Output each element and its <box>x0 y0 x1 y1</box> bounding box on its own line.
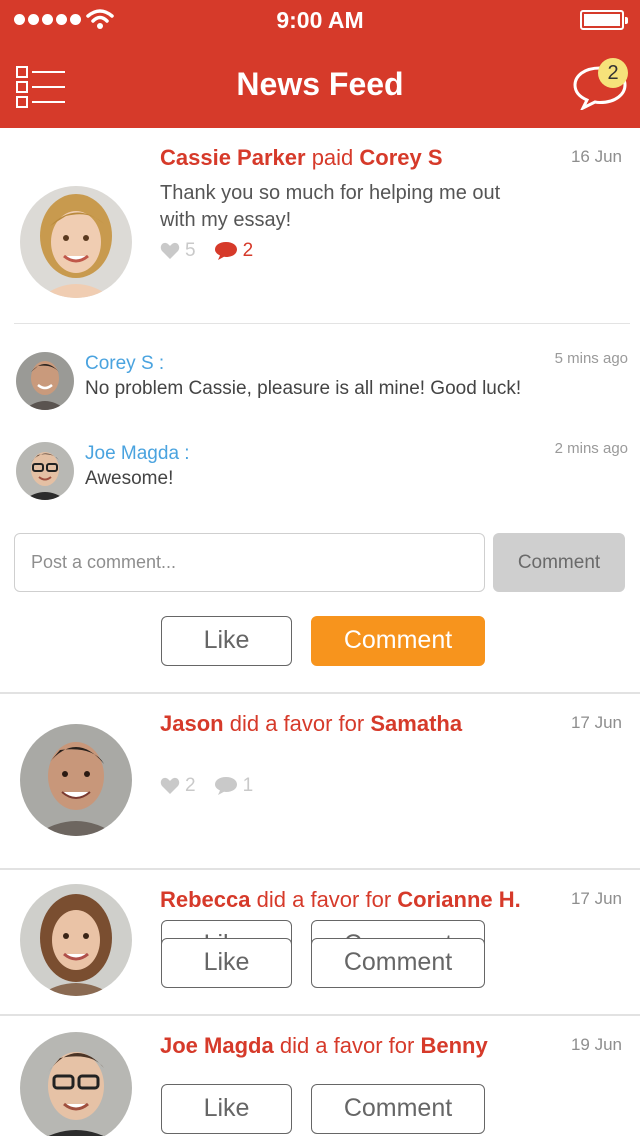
post-verb: paid <box>311 145 354 170</box>
post-headline: Cassie Parker paid Corey S <box>160 145 443 171</box>
reply-time: 2 mins ago <box>554 440 628 457</box>
like-button[interactable]: Like <box>161 1084 292 1134</box>
post-target[interactable]: Corey S <box>359 145 442 170</box>
reply-text: Awesome! <box>85 468 174 489</box>
post-message: Thank you so much for helping me out wit… <box>160 182 501 231</box>
post-target[interactable]: Corianne H. <box>397 887 520 912</box>
status-bar: 9:00 AM <box>0 0 640 40</box>
post-date: 17 Jun <box>570 889 622 908</box>
comment-count: 2 <box>242 240 254 261</box>
feed-post: Cassie Parker paid Corey S 16 Jun Thank … <box>0 128 640 692</box>
post-actor[interactable]: Rebecca <box>160 887 251 912</box>
comment-submit-button[interactable]: Comment <box>493 533 625 592</box>
heart-icon <box>160 242 180 259</box>
post-target[interactable]: Benny <box>420 1033 487 1058</box>
like-stat[interactable]: 5 <box>160 240 196 262</box>
avatar[interactable] <box>20 1032 132 1136</box>
post-date: 16 Jun <box>570 147 622 166</box>
comment-icon <box>214 242 237 260</box>
reply-avatar[interactable] <box>16 442 74 500</box>
feed-post: Jason did a favor for Samatha 17 Jun 2 1… <box>0 694 640 970</box>
feed-post: Joe Magda did a favor for Benny 19 Jun L… <box>0 1016 640 1136</box>
comment-count: 1 <box>242 775 254 796</box>
like-button[interactable]: Like <box>161 616 292 666</box>
notification-badge: 2 <box>598 58 628 88</box>
like-button[interactable]: Like <box>161 938 292 988</box>
post-actor[interactable]: Cassie Parker <box>160 145 306 170</box>
avatar[interactable] <box>20 724 132 836</box>
avatar[interactable] <box>20 186 132 298</box>
post-target[interactable]: Samatha <box>370 711 462 736</box>
heart-icon <box>160 777 180 794</box>
like-count: 5 <box>185 240 196 261</box>
comment-stat[interactable]: 1 <box>214 775 254 797</box>
like-count: 2 <box>185 775 196 796</box>
post-headline: Jason did a favor for Samatha <box>160 711 462 737</box>
post-date: 19 Jun <box>570 1035 622 1054</box>
post-verb: did a favor for <box>256 887 392 912</box>
reply-author[interactable]: Joe Magda : <box>85 443 190 465</box>
comment-input[interactable] <box>14 533 485 592</box>
comment-button[interactable]: Comment <box>311 1084 485 1134</box>
post-headline: Joe Magda did a favor for Benny <box>160 1033 488 1059</box>
reply-time: 5 mins ago <box>554 350 628 367</box>
post-verb: did a favor for <box>229 711 365 736</box>
comment-button[interactable]: Comment <box>311 938 485 988</box>
post-verb: did a favor for <box>279 1033 415 1058</box>
post-date: 17 Jun <box>570 713 622 732</box>
like-stat[interactable]: 2 <box>160 775 196 797</box>
reply-author[interactable]: Corey S : <box>85 353 164 375</box>
post-stats: 2 1 <box>160 775 271 797</box>
reply-avatar[interactable] <box>16 352 74 410</box>
post-headline: Rebecca did a favor for Corianne H. <box>160 887 521 913</box>
battery-icon <box>580 10 628 30</box>
status-time: 9:00 AM <box>276 7 364 33</box>
comment-button[interactable]: Comment <box>311 616 485 666</box>
comment-stat[interactable]: 2 <box>214 240 254 262</box>
app-header: 9:00 AM News Feed 2 <box>0 0 640 128</box>
comment-icon <box>214 777 237 795</box>
post-actor[interactable]: Joe Magda <box>160 1033 274 1058</box>
post-actor[interactable]: Jason <box>160 711 224 736</box>
post-stats: 5 2 <box>160 240 271 262</box>
divider <box>14 323 630 324</box>
avatar[interactable] <box>20 884 132 996</box>
reply-text: No problem Cassie, pleasure is all mine!… <box>85 378 522 399</box>
page-title: News Feed <box>236 66 404 102</box>
feed-post: Rebecca did a favor for Corianne H. 17 J… <box>0 870 640 1014</box>
